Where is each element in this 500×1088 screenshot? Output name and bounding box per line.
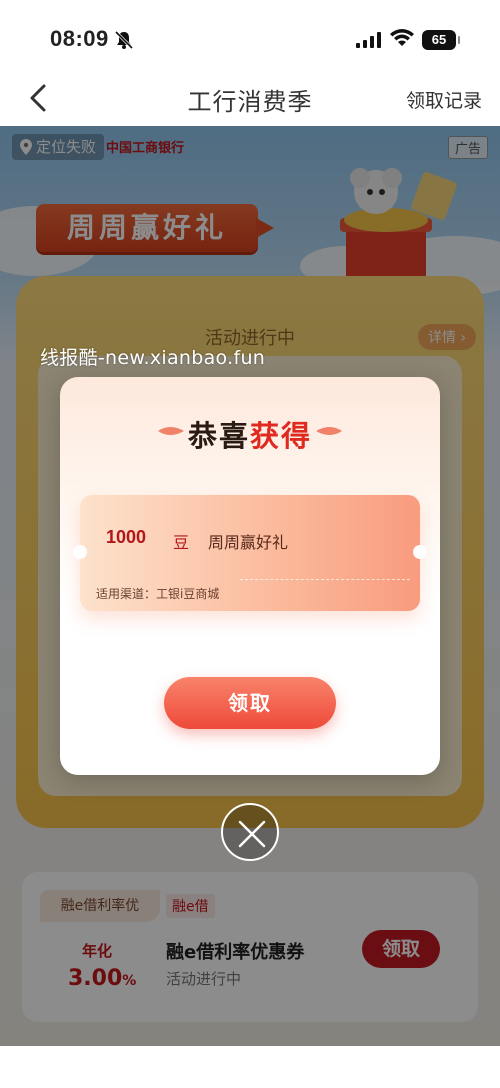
watermark-text: 线报酷-new.xianbao.fun: [40, 347, 266, 369]
modal-title: 恭喜获得: [187, 419, 313, 453]
reward-channel: 适用渠道：工银i豆商城: [96, 587, 220, 601]
leaf-decoration-icon: [316, 427, 342, 435]
ticket-divider: [240, 579, 410, 580]
status-bar: 08:09 65: [0, 0, 500, 72]
claim-record-link[interactable]: 领取记录: [406, 86, 482, 113]
reward-modal: 恭喜获得 1000 豆 周周赢好礼 适用渠道：工银i豆商城 领取: [60, 377, 440, 775]
battery-indicator: 65: [422, 30, 460, 50]
claim-button[interactable]: 领取: [164, 677, 336, 729]
reward-amount: 1000: [106, 527, 147, 547]
ticket-notch: [73, 545, 87, 559]
signal-icon: [356, 32, 381, 48]
ticket-notch: [413, 545, 427, 559]
bell-slash-icon: [114, 30, 134, 50]
close-icon: [238, 820, 266, 848]
wifi-icon: [390, 29, 414, 46]
reward-unit: 豆: [173, 533, 190, 552]
status-time: 08:09: [50, 26, 109, 51]
bottom-safe-area: [0, 1046, 500, 1088]
close-modal-button[interactable]: [221, 803, 279, 861]
nav-bar: 工行消费季 领取记录: [0, 72, 500, 126]
reward-name: 周周赢好礼: [208, 533, 289, 552]
reward-ticket: 1000 豆 周周赢好礼 适用渠道：工银i豆商城: [73, 495, 427, 611]
